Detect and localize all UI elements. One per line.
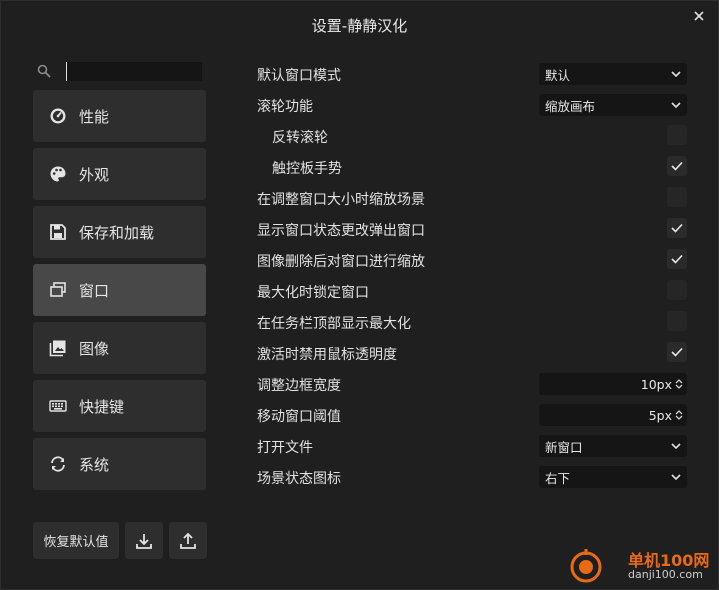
sidebar-item-label: 图像 [79,339,110,358]
gauge-icon [49,107,67,125]
window-title: 设置-静静汉化 [311,17,408,35]
setting-row-touchpad-gestures: 触控板手势 [257,152,687,183]
setting-row-state-popup: 显示窗口状态更改弹出窗口 [257,214,687,245]
image-icon [49,339,67,357]
setting-label: 移动窗口阈值 [257,408,341,425]
setting-row-open-file: 打开文件 新窗口 [257,431,687,462]
settings-list: 默认窗口模式 默认 滚轮功能 缩放画布 反转滚轮 触控板手势 在调整窗口大小时缩… [257,59,687,493]
upload-icon [180,532,196,549]
setting-row-maximize-above-taskbar: 在任务栏顶部显示最大化 [257,307,687,338]
chevron-down-icon[interactable] [675,384,683,390]
sidebar-nav: 性能 外观 保存和加载 窗口 图像 快捷键 系统 [33,90,206,496]
spin-arrows[interactable] [675,378,683,390]
lock-on-maximize-checkbox[interactable] [667,280,687,300]
default-window-mode-select[interactable]: 默认 [539,63,687,85]
open-file-select[interactable]: 新窗口 [539,435,687,457]
spin-arrows[interactable] [675,409,683,421]
watermark-url: danji100.com [628,568,703,581]
windows-icon [49,281,67,299]
setting-label: 图像删除后对窗口进行缩放 [257,253,425,270]
sync-icon [49,455,67,473]
setting-label: 场景状态图标 [257,470,341,487]
setting-label: 激活时禁用鼠标透明度 [257,346,397,363]
search-icon [37,64,51,78]
sidebar-item-label: 窗口 [79,281,110,300]
settings-window: 设置-静静汉化 性能 外观 保存和加载 窗口 图像 快捷键 系统 恢复默认值 默… [0,0,719,590]
setting-row-wheel-function: 滚轮功能 缩放画布 [257,90,687,121]
setting-label: 在调整窗口大小时缩放场景 [257,191,425,208]
checkmark-icon [671,223,683,233]
download-icon [136,533,152,549]
site-watermark: 单机100网 danji100.com [566,543,716,587]
setting-label: 最大化时锁定窗口 [257,284,369,301]
chevron-down-icon [671,101,681,108]
move-threshold-spinbox[interactable]: 5px [539,404,687,426]
sidebar-item-performance[interactable]: 性能 [33,90,206,142]
spin-value: 10px [640,376,672,392]
state-popup-checkbox[interactable] [667,218,687,238]
checkmark-icon [671,254,683,264]
sidebar-item-label: 外观 [79,165,110,184]
chevron-down-icon [671,70,681,77]
chevron-down-icon[interactable] [675,415,683,421]
chevron-down-icon [671,442,681,449]
setting-row-zoom-after-delete: 图像删除后对窗口进行缩放 [257,245,687,276]
sidebar-item-window[interactable]: 窗口 [33,264,206,316]
setting-label: 在任务栏顶部显示最大化 [257,315,411,332]
select-value: 新窗口 [545,439,583,455]
sidebar-item-label: 快捷键 [79,397,125,416]
chevron-down-icon [671,473,681,480]
sidebar-item-system[interactable]: 系统 [33,438,206,490]
keyboard-icon [49,397,67,415]
setting-row-lock-on-maximize: 最大化时锁定窗口 [257,276,687,307]
search-box [33,61,206,83]
border-width-spinbox[interactable]: 10px [539,373,687,395]
sidebar-item-label: 性能 [79,107,110,126]
palette-icon [49,165,67,183]
sidebar-item-label: 保存和加载 [79,223,155,242]
checkmark-icon [671,347,683,357]
sidebar-item-image[interactable]: 图像 [33,322,206,374]
sidebar-item-appearance[interactable]: 外观 [33,148,206,200]
setting-label: 显示窗口状态更改弹出窗口 [257,222,425,239]
setting-label: 触控板手势 [272,160,342,177]
setting-row-default-window-mode: 默认窗口模式 默认 [257,59,687,90]
scene-status-icon-select[interactable]: 右下 [539,466,687,488]
disable-mouse-transparency-checkbox[interactable] [667,342,687,362]
spin-value: 5px [648,407,672,423]
setting-row-invert-wheel: 反转滚轮 [257,121,687,152]
touchpad-gestures-checkbox[interactable] [667,156,687,176]
sidebar-item-label: 系统 [79,455,110,474]
close-button[interactable] [690,7,708,25]
floppy-icon [49,223,67,241]
select-value: 右下 [545,470,571,486]
search-input[interactable] [66,62,202,81]
scale-on-resize-checkbox[interactable] [667,187,687,207]
sidebar-item-shortcuts[interactable]: 快捷键 [33,380,206,432]
zoom-after-delete-checkbox[interactable] [667,249,687,269]
setting-row-border-width: 调整边框宽度 10px [257,369,687,400]
setting-row-scale-on-resize: 在调整窗口大小时缩放场景 [257,183,687,214]
setting-label: 滚轮功能 [257,98,313,115]
close-icon [694,11,704,21]
sidebar-item-save-load[interactable]: 保存和加载 [33,206,206,258]
setting-label: 打开文件 [257,439,313,456]
setting-label: 反转滚轮 [272,129,328,146]
select-value: 缩放画布 [545,98,596,114]
reset-defaults-button[interactable]: 恢复默认值 [33,522,119,559]
wheel-function-select[interactable]: 缩放画布 [539,94,687,116]
setting-row-scene-status-icon: 场景状态图标 右下 [257,462,687,493]
invert-wheel-checkbox[interactable] [667,125,687,145]
setting-row-disable-mouse-transparency: 激活时禁用鼠标透明度 [257,338,687,369]
import-button[interactable] [125,522,163,559]
export-button[interactable] [169,522,207,559]
site-logo-icon [570,549,602,583]
setting-label: 默认窗口模式 [257,67,341,84]
setting-row-move-threshold: 移动窗口阈值 5px [257,400,687,431]
setting-label: 调整边框宽度 [257,377,341,394]
maximize-above-taskbar-checkbox[interactable] [667,311,687,331]
select-value: 默认 [545,67,571,83]
checkmark-icon [671,161,683,171]
footer-buttons: 恢复默认值 [33,522,207,559]
